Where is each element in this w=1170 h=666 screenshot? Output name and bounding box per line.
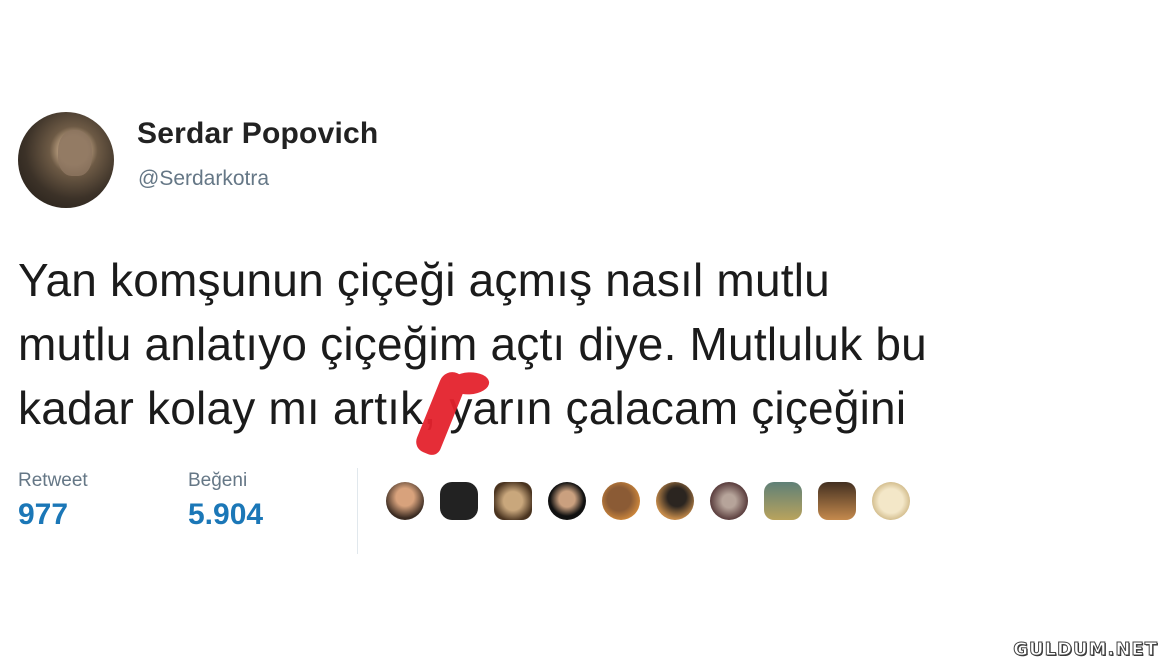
watermark: GULDUM.NET	[1013, 639, 1158, 661]
liker-avatar[interactable]	[818, 482, 856, 520]
stats-divider	[357, 468, 358, 554]
tweet-text-line: Yan komşunun çiçeği açmış nasıl mutlu	[18, 254, 830, 306]
like-label: Beğeni	[188, 470, 248, 491]
tweet-text-line: kadar kolay mı artık, yarın çalacam çiçe…	[18, 382, 907, 434]
author-avatar[interactable]	[18, 112, 114, 208]
author-handle[interactable]: @Serdarkotra	[138, 167, 269, 191]
liker-avatar[interactable]	[710, 482, 748, 520]
liker-avatar[interactable]	[602, 482, 640, 520]
liker-avatar[interactable]	[872, 482, 910, 520]
like-stat[interactable]: Beğeni 5.904	[188, 470, 263, 532]
tweet-card: Serdar Popovich @Serdarkotra Yan komşunu…	[0, 0, 1170, 666]
liker-avatar[interactable]	[494, 482, 532, 520]
tweet-text: Yan komşunun çiçeği açmış nasıl mutlu mu…	[18, 248, 1158, 440]
liker-avatar[interactable]	[386, 482, 424, 520]
liker-avatar[interactable]	[656, 482, 694, 520]
liker-avatar[interactable]	[548, 482, 586, 520]
tweet-text-line: mutlu anlatıyo çiçeğim açtı diye. Mutlul…	[18, 318, 927, 370]
retweet-stat[interactable]: Retweet 977	[18, 470, 88, 532]
liker-avatar[interactable]	[764, 482, 802, 520]
likers-avatar-row	[386, 482, 910, 520]
liker-avatar[interactable]	[440, 482, 478, 520]
retweet-count: 977	[18, 498, 69, 531]
like-count: 5.904	[188, 498, 264, 531]
author-name[interactable]: Serdar Popovich	[137, 117, 378, 151]
retweet-label: Retweet	[18, 470, 88, 491]
